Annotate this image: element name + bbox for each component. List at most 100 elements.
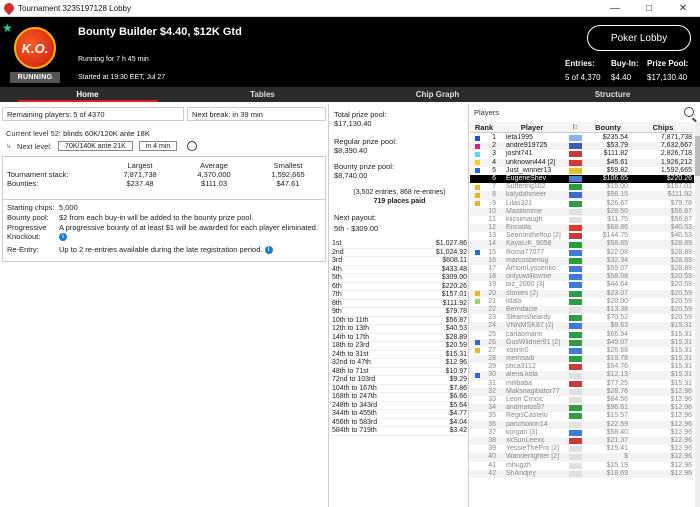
payout-place: 72nd to 103rd — [332, 376, 376, 383]
players-scrollbar[interactable] — [695, 122, 700, 507]
player-row[interactable]: 32 Maksnagibator77 $28.76 $12.96 — [470, 387, 694, 396]
country-flag-icon — [568, 200, 582, 207]
payout-amount: $9.29 — [449, 376, 467, 383]
player-row[interactable]: 20 stonies [2] $23.07 $20.59 — [470, 289, 694, 298]
player-row[interactable]: 9 Lilas321 $26.67 $79.78 — [470, 200, 694, 208]
player-chips: $12.96 — [670, 453, 692, 461]
column-bounty[interactable]: Bounty — [584, 122, 632, 132]
poker-lobby-button[interactable]: Poker Lobby — [587, 25, 691, 51]
payout-row: 32nd to 47th $12.96 — [330, 359, 469, 368]
color-marker-icon — [475, 275, 480, 280]
player-row[interactable]: 25 carlaomarin $66.94 $15.31 — [470, 331, 694, 339]
info-icon[interactable]: i — [264, 246, 273, 255]
player-bounty: $12.13 — [606, 371, 628, 379]
player-row[interactable]: 34 andmatos97 $96.61 $12.96 — [470, 404, 694, 413]
player-row[interactable]: 4 unknown444 [2] $45.61 1,926,212 — [470, 158, 694, 167]
player-flag — [566, 167, 584, 175]
player-row[interactable]: 2 andre919725 $53.79 7,632,667 — [470, 142, 694, 151]
reentry-label: Re-Entry: — [7, 245, 39, 254]
player-row[interactable]: 13 Seanontheflop [2] $144.75 $40.53 — [470, 232, 694, 240]
player-row[interactable]: 11 kiicsimaugh $11.75 $56.87 — [470, 216, 694, 224]
player-row[interactable]: 17 ArhomLyssenko $59.07 $28.89 — [470, 265, 694, 273]
close-icon[interactable]: ✕ — [666, 0, 700, 17]
color-marker-icon — [475, 357, 480, 362]
player-row[interactable]: 7 Suffering102 $15.00 $157.01 — [470, 183, 694, 191]
total-prize-block: Total prize pool: $17,130.40 — [334, 110, 387, 128]
player-color-marker — [470, 224, 484, 232]
player-row[interactable]: 29 ptica3112 $54.76 $15.31 — [470, 363, 694, 371]
stats-row: Bounties: $237.48 $111.03 $47.61 — [3, 179, 325, 188]
player-row[interactable]: 22 Berndacle $13.38 $20.59 — [470, 305, 694, 315]
player-rank: 25 — [488, 330, 496, 338]
player-name: unknown444 [2] — [506, 158, 556, 166]
player-bounty: $53.79 — [606, 142, 628, 150]
current-level-label: Current level 52: — [6, 129, 62, 138]
player-chips: 7,632,667 — [660, 142, 692, 150]
player-row[interactable]: 42 ShAndjey $18.69 $12.96 — [470, 469, 694, 478]
player-row[interactable]: 8 kalydahmeer $56.15 $111.92 — [470, 191, 694, 200]
column-chips[interactable]: Chips — [632, 122, 694, 132]
player-row[interactable]: 23 Sleamsheardy $70.52 $20.59 — [470, 314, 694, 322]
payout-row: 1st $1,027.86 — [330, 240, 469, 249]
player-name: ArhomLyssenko — [506, 265, 556, 272]
player-row[interactable]: 41 mhugzh $15.19 $12.96 — [470, 462, 694, 470]
player-rank: 42 — [488, 469, 496, 477]
window-controls: — □ ✕ — [598, 0, 700, 17]
player-row[interactable]: 27 xotinn0 $26.68 $15.31 — [470, 347, 694, 355]
players-header: Players — [470, 104, 700, 121]
player-row[interactable]: 16 marcosberlug $32.34 $28.89 — [470, 256, 694, 265]
player-bounty: $235.54 — [602, 134, 628, 141]
player-flag — [566, 445, 584, 453]
info-icon[interactable]: i — [59, 233, 67, 242]
player-row[interactable]: 6 EugeneShev $106.65 $220.26 — [470, 174, 694, 184]
player-chips: $40.53 — [670, 232, 692, 240]
player-row[interactable]: 12 Encalifa $68.86 $40.53 — [470, 224, 694, 233]
maximize-icon[interactable]: □ — [632, 0, 666, 17]
player-row[interactable]: 18 onlyuwilllovme $58.08 $20.59 — [470, 273, 694, 282]
player-bounty: $59.82 — [606, 166, 628, 174]
player-row[interactable]: 35 RégisCastelo $15.57 $12.96 — [470, 412, 694, 420]
scrollbar-thumb[interactable] — [695, 136, 700, 176]
player-row[interactable]: 5 Just_winner13 $59.82 1,592,665 — [470, 167, 694, 175]
player-bounty: $ — [624, 453, 628, 461]
player-chips: $20.59 — [670, 281, 692, 289]
player-row[interactable]: 30 alena.kola $12.13 $15.31 — [470, 371, 694, 380]
player-row[interactable]: 39 YessieThePro [2] $15.41 $12.96 — [470, 445, 694, 453]
player-color-marker — [470, 339, 484, 347]
player-row[interactable]: 40 Wanderlighter [2] $ $12.96 — [470, 453, 694, 462]
player-row[interactable]: 38 xxSunLeexx $21.37 $12.96 — [470, 436, 694, 446]
player-bounty: $84.56 — [606, 396, 628, 403]
player-row[interactable]: 19 biz_2000 [3] $44.64 $20.59 — [470, 281, 694, 289]
column-rank[interactable]: Rank — [470, 122, 498, 132]
player-row[interactable]: 21 lillalo $20.00 $20.59 — [470, 298, 694, 306]
favorite-star-icon[interactable]: ★ — [2, 21, 13, 35]
player-row[interactable]: 15 Roma77077 $22.08 $28.89 — [470, 249, 694, 257]
tab-tables[interactable]: Tables — [175, 87, 350, 102]
player-row[interactable]: 14 KayaLiK_9058 $58.65 $28.89 — [470, 240, 694, 249]
player-row[interactable]: 26 GusWildner91 [2] $45.07 $15.31 — [470, 338, 694, 347]
tab-structure[interactable]: Structure — [525, 87, 700, 102]
player-chips: $79.78 — [670, 199, 692, 207]
player-row[interactable]: 37 korgan [3] $58.40 $12.96 — [470, 429, 694, 437]
player-color-marker — [470, 298, 484, 306]
player-row[interactable]: 3 josht741 $111.82 2,826,718 — [470, 150, 694, 158]
player-row[interactable]: 31 milibaba $77.25 $15.31 — [470, 380, 694, 388]
player-row[interactable]: 33 Leon Crncic $84.56 $12.96 — [470, 396, 694, 404]
player-row[interactable]: 24 VNNMSK87 [2] $9.63 $15.31 — [470, 322, 694, 331]
player-row[interactable]: 1 leta1995 $235.54 7,871,738 — [470, 134, 694, 142]
player-color-marker — [470, 429, 484, 437]
tab-home[interactable]: Home — [0, 87, 175, 102]
column-player[interactable]: Player — [498, 122, 566, 132]
search-icon[interactable] — [684, 107, 694, 117]
player-row[interactable]: 36 pancholion14 $22.59 $12.96 — [470, 420, 694, 429]
player-name: Berndacle — [506, 305, 538, 313]
payout-amount: $157.01 — [441, 291, 467, 298]
minimize-icon[interactable]: — — [598, 0, 632, 17]
tab-chip-graph[interactable]: Chip Graph — [350, 87, 525, 102]
lobby-tabs: Home Tables Chip Graph Structure — [0, 87, 700, 102]
reentry-text: Up to 2 re-entries available during the … — [59, 245, 263, 254]
color-marker-icon — [475, 316, 480, 321]
player-row[interactable]: 28 memsaib $19.78 $15.31 — [470, 355, 694, 364]
player-row[interactable]: 10 Mastitimme $28.50 $56.87 — [470, 207, 694, 216]
column-flag[interactable]: ⚐ — [566, 122, 584, 132]
